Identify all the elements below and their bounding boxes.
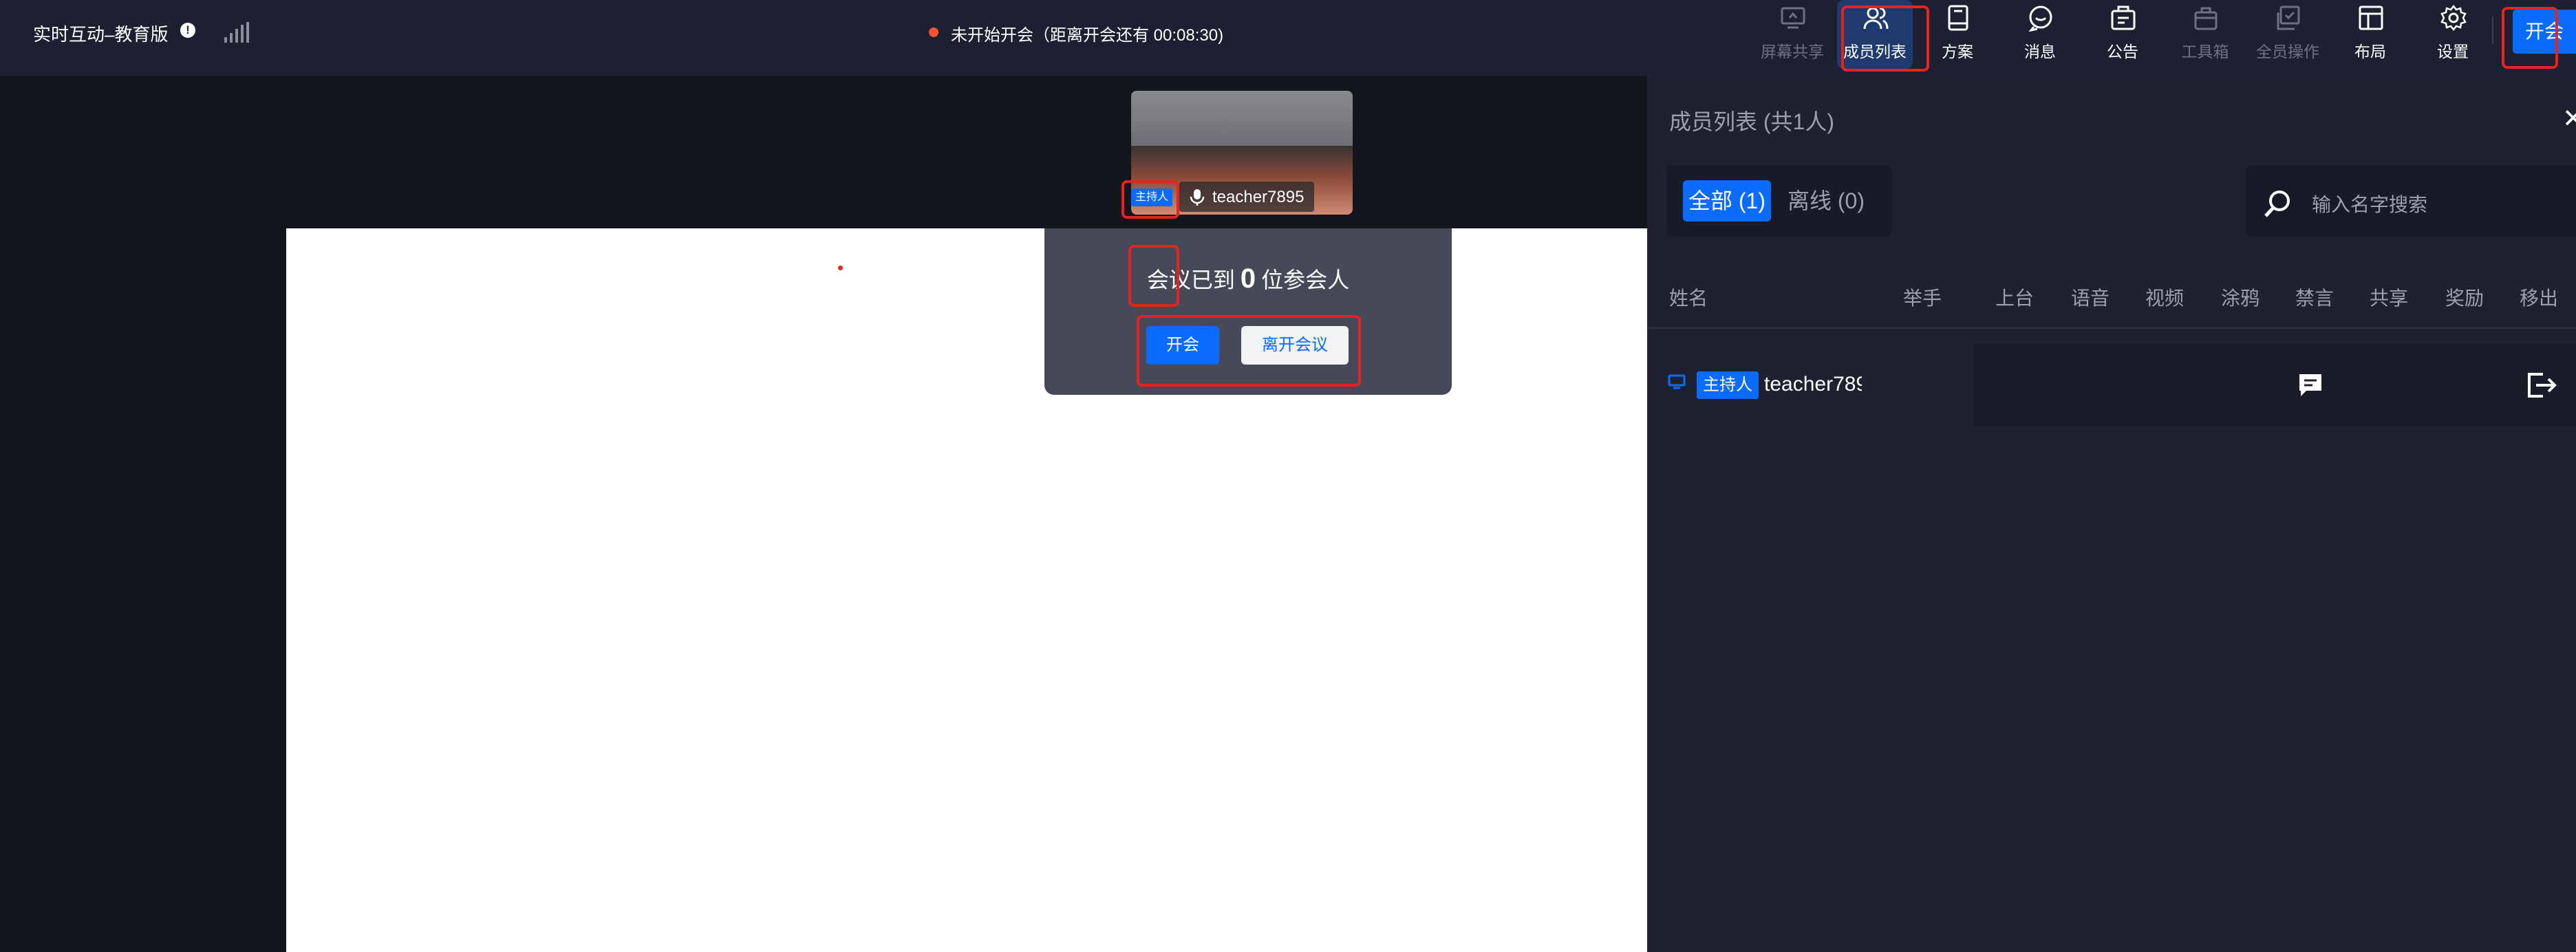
video-name-tag: teacher7895 (1179, 182, 1314, 212)
plan-button[interactable]: 方案 (1920, 0, 1995, 69)
video-participant-name: teacher7895 (1212, 188, 1305, 206)
layout-label: 布局 (2354, 43, 2386, 61)
settings-label: 设置 (2437, 43, 2469, 61)
member-name: teacher7895 (1764, 373, 1862, 396)
toolbox-button[interactable]: 工具箱 (2167, 0, 2243, 69)
announcement-icon (2111, 6, 2136, 30)
screen-share-label: 屏幕共享 (1761, 43, 1824, 61)
all-members-action-label: 全员操作 (2256, 43, 2319, 61)
highlight-open-meeting-button (2502, 7, 2558, 69)
info-icon[interactable]: ! (180, 23, 195, 38)
col-video: 视频 (2145, 288, 2185, 309)
app-title: 实时互动–教育版 (33, 24, 169, 45)
member-table-header: 姓名 举手 上台 语音 视频 涂鸦 禁言 共享 奖励 移出 (1647, 266, 2576, 329)
settings-button[interactable]: 设置 (2415, 0, 2491, 69)
col-name: 姓名 (1669, 288, 1708, 309)
col-raise-hand: 举手 (1903, 288, 1942, 309)
attendee-suffix: 位参会人 (1261, 268, 1350, 292)
mute-chat-icon[interactable] (2297, 371, 2324, 399)
messages-button[interactable]: 消息 (2002, 0, 2078, 69)
all-members-action-button[interactable]: 全员操作 (2250, 0, 2326, 69)
video-frame (1131, 91, 1353, 146)
signal-strength-icon (224, 22, 252, 43)
close-icon[interactable]: ✕ (2562, 103, 2576, 134)
col-on-stage: 上台 (1995, 288, 2035, 309)
col-reward: 奖励 (2445, 288, 2484, 309)
highlight-members-button (1841, 6, 1929, 72)
announcement-button[interactable]: 公告 (2085, 0, 2160, 69)
col-doodle: 涂鸦 (2221, 288, 2260, 309)
layout-icon (2359, 6, 2383, 30)
search-placeholder: 输入名字搜索 (2312, 194, 2428, 215)
announcement-label: 公告 (2107, 43, 2138, 61)
layout-button[interactable]: 布局 (2332, 0, 2408, 69)
col-voice: 语音 (2071, 288, 2110, 309)
member-host-badge: 主持人 (1697, 371, 1759, 399)
monitor-icon (1668, 374, 1686, 389)
member-filter-tabs: 全部 (1) 离线 (0) (1666, 165, 1892, 237)
search-icon (2264, 191, 2290, 217)
highlight-popup-message (1128, 245, 1179, 307)
member-list-panel: 成员列表 (共1人) ✕ 全部 (1) 离线 (0) 输入名字搜索 姓名 举手 … (1647, 76, 2576, 952)
tab-offline-members[interactable]: 离线 (0) (1788, 180, 1865, 221)
screen-share-button[interactable]: 屏幕共享 (1754, 0, 1830, 69)
gear-icon (2440, 4, 2467, 32)
messages-label: 消息 (2024, 43, 2056, 61)
col-remove: 移出 (2520, 288, 2559, 309)
book-icon (1948, 5, 1968, 31)
panel-title: 成员列表 (共1人) (1669, 109, 1835, 134)
member-search-field[interactable]: 输入名字搜索 (2246, 165, 2576, 237)
attendee-count: 0 (1240, 263, 1256, 294)
toolbox-label: 工具箱 (2181, 43, 2229, 61)
top-bar: 实时互动–教育版 ! 未开始开会（距离开会还有 00:08:30) 屏幕共享 成… (0, 0, 2576, 76)
all-members-action-icon (2277, 6, 2300, 30)
attendee-count-message: 会议已到 0 位参会人 (1044, 263, 1452, 294)
highlight-video-host-badge (1121, 180, 1179, 219)
meeting-status: 未开始开会（距离开会还有 00:08:30) (951, 26, 1224, 45)
table-row (1973, 344, 2576, 426)
chat-bubble-icon (2028, 6, 2052, 32)
pointer-dot (838, 266, 843, 270)
tab-all-members[interactable]: 全部 (1) (1683, 180, 1771, 221)
status-dot (929, 28, 938, 37)
col-mute: 禁言 (2295, 288, 2334, 309)
screen-share-icon (1781, 7, 1805, 29)
remove-member-icon[interactable] (2525, 370, 2557, 400)
toolbar-divider (2492, 17, 2493, 44)
plan-label: 方案 (1942, 43, 1973, 61)
microphone-icon (1190, 189, 1205, 206)
highlight-popup-buttons (1137, 315, 1361, 387)
toolbox-icon (2194, 7, 2218, 30)
col-share: 共享 (2370, 288, 2409, 309)
